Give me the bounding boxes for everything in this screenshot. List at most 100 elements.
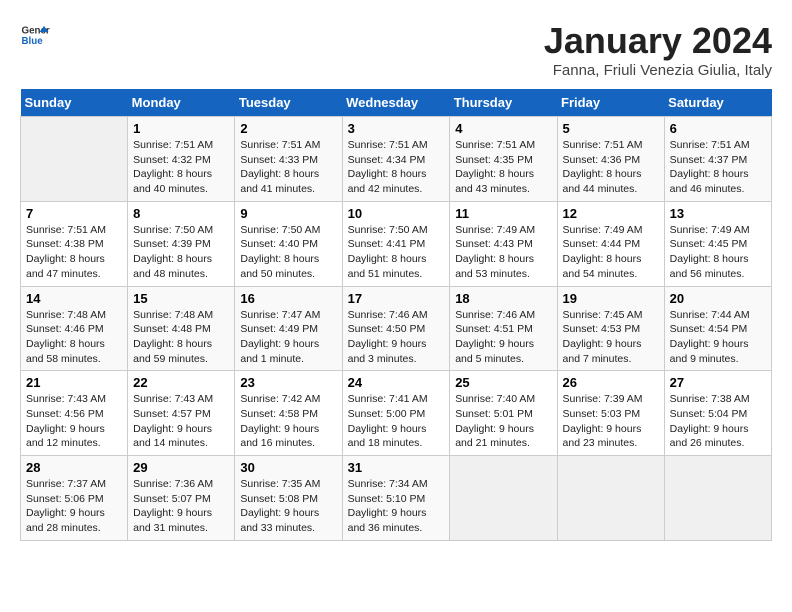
day-info: Sunrise: 7:36 AM Sunset: 5:07 PM Dayligh… [133, 477, 229, 536]
calendar-body: 1 Sunrise: 7:51 AM Sunset: 4:32 PM Daylig… [21, 117, 772, 541]
day-info: Sunrise: 7:34 AM Sunset: 5:10 PM Dayligh… [348, 477, 445, 536]
day-number: 16 [240, 291, 336, 306]
day-info: Sunrise: 7:50 AM Sunset: 4:39 PM Dayligh… [133, 223, 229, 282]
day-info: Sunrise: 7:50 AM Sunset: 4:41 PM Dayligh… [348, 223, 445, 282]
day-number: 1 [133, 121, 229, 136]
calendar-cell: 1 Sunrise: 7:51 AM Sunset: 4:32 PM Daylig… [128, 117, 235, 202]
weekday-tuesday: Tuesday [235, 89, 342, 117]
day-info: Sunrise: 7:43 AM Sunset: 4:57 PM Dayligh… [133, 392, 229, 451]
day-number: 25 [455, 375, 551, 390]
calendar-cell [664, 456, 771, 541]
day-info: Sunrise: 7:37 AM Sunset: 5:06 PM Dayligh… [26, 477, 122, 536]
day-info: Sunrise: 7:45 AM Sunset: 4:53 PM Dayligh… [563, 308, 659, 367]
weekday-saturday: Saturday [664, 89, 771, 117]
calendar-cell: 8 Sunrise: 7:50 AM Sunset: 4:39 PM Daylig… [128, 201, 235, 286]
calendar-cell: 30 Sunrise: 7:35 AM Sunset: 5:08 PM Dayli… [235, 456, 342, 541]
calendar-cell: 11 Sunrise: 7:49 AM Sunset: 4:43 PM Dayli… [450, 201, 557, 286]
day-number: 4 [455, 121, 551, 136]
day-info: Sunrise: 7:47 AM Sunset: 4:49 PM Dayligh… [240, 308, 336, 367]
logo: General Blue [20, 20, 50, 50]
day-info: Sunrise: 7:49 AM Sunset: 4:43 PM Dayligh… [455, 223, 551, 282]
day-info: Sunrise: 7:43 AM Sunset: 4:56 PM Dayligh… [26, 392, 122, 451]
day-number: 3 [348, 121, 445, 136]
calendar-cell: 17 Sunrise: 7:46 AM Sunset: 4:50 PM Dayli… [342, 286, 450, 371]
calendar-cell: 5Sunrise: 7:51 AM Sunset: 4:36 PM Daylig… [557, 117, 664, 202]
day-info: Sunrise: 7:51 AM Sunset: 4:38 PM Dayligh… [26, 223, 122, 282]
month-title: January 2024 [544, 20, 772, 62]
calendar-cell: 15 Sunrise: 7:48 AM Sunset: 4:48 PM Dayli… [128, 286, 235, 371]
weekday-thursday: Thursday [450, 89, 557, 117]
calendar-cell [557, 456, 664, 541]
day-info: Sunrise: 7:40 AM Sunset: 5:01 PM Dayligh… [455, 392, 551, 451]
svg-text:Blue: Blue [22, 36, 44, 47]
day-info: Sunrise: 7:51 AM Sunset: 4:36 PM Dayligh… [563, 138, 659, 197]
calendar-cell: 3Sunrise: 7:51 AM Sunset: 4:34 PM Daylig… [342, 117, 450, 202]
day-info: Sunrise: 7:39 AM Sunset: 5:03 PM Dayligh… [563, 392, 659, 451]
day-number: 2 [240, 121, 336, 136]
calendar-table: SundayMondayTuesdayWednesdayThursdayFrid… [20, 89, 772, 541]
day-info: Sunrise: 7:51 AM Sunset: 4:32 PM Dayligh… [133, 138, 229, 197]
day-number: 23 [240, 375, 336, 390]
day-info: Sunrise: 7:44 AM Sunset: 4:54 PM Dayligh… [670, 308, 766, 367]
day-number: 21 [26, 375, 122, 390]
page-header: General Blue January 2024 Fanna, Friuli … [20, 20, 772, 79]
calendar-cell: 12Sunrise: 7:49 AM Sunset: 4:44 PM Dayli… [557, 201, 664, 286]
day-number: 19 [563, 291, 659, 306]
day-number: 18 [455, 291, 551, 306]
day-number: 27 [670, 375, 766, 390]
day-number: 30 [240, 460, 336, 475]
calendar-cell: 27 Sunrise: 7:38 AM Sunset: 5:04 PM Dayli… [664, 371, 771, 456]
day-info: Sunrise: 7:50 AM Sunset: 4:40 PM Dayligh… [240, 223, 336, 282]
calendar-cell: 26 Sunrise: 7:39 AM Sunset: 5:03 PM Dayli… [557, 371, 664, 456]
day-info: Sunrise: 7:46 AM Sunset: 4:50 PM Dayligh… [348, 308, 445, 367]
calendar-cell: 10Sunrise: 7:50 AM Sunset: 4:41 PM Dayli… [342, 201, 450, 286]
week-row-1: 1 Sunrise: 7:51 AM Sunset: 4:32 PM Daylig… [21, 117, 772, 202]
calendar-cell: 4Sunrise: 7:51 AM Sunset: 4:35 PM Daylig… [450, 117, 557, 202]
week-row-5: 28Sunrise: 7:37 AM Sunset: 5:06 PM Dayli… [21, 456, 772, 541]
day-info: Sunrise: 7:51 AM Sunset: 4:37 PM Dayligh… [670, 138, 766, 197]
day-number: 14 [26, 291, 122, 306]
day-number: 6 [670, 121, 766, 136]
calendar-cell: 29Sunrise: 7:36 AM Sunset: 5:07 PM Dayli… [128, 456, 235, 541]
week-row-2: 7Sunrise: 7:51 AM Sunset: 4:38 PM Daylig… [21, 201, 772, 286]
day-number: 17 [348, 291, 445, 306]
weekday-friday: Friday [557, 89, 664, 117]
day-info: Sunrise: 7:48 AM Sunset: 4:46 PM Dayligh… [26, 308, 122, 367]
day-number: 20 [670, 291, 766, 306]
day-info: Sunrise: 7:46 AM Sunset: 4:51 PM Dayligh… [455, 308, 551, 367]
weekday-sunday: Sunday [21, 89, 128, 117]
calendar-cell: 16 Sunrise: 7:47 AM Sunset: 4:49 PM Dayli… [235, 286, 342, 371]
day-info: Sunrise: 7:48 AM Sunset: 4:48 PM Dayligh… [133, 308, 229, 367]
weekday-header-row: SundayMondayTuesdayWednesdayThursdayFrid… [21, 89, 772, 117]
weekday-monday: Monday [128, 89, 235, 117]
location: Fanna, Friuli Venezia Giulia, Italy [544, 62, 772, 79]
day-info: Sunrise: 7:35 AM Sunset: 5:08 PM Dayligh… [240, 477, 336, 536]
title-block: January 2024 Fanna, Friuli Venezia Giuli… [544, 20, 772, 79]
calendar-cell: 6 Sunrise: 7:51 AM Sunset: 4:37 PM Daylig… [664, 117, 771, 202]
day-number: 26 [563, 375, 659, 390]
day-number: 9 [240, 206, 336, 221]
calendar-cell [450, 456, 557, 541]
day-number: 24 [348, 375, 445, 390]
day-number: 31 [348, 460, 445, 475]
day-info: Sunrise: 7:41 AM Sunset: 5:00 PM Dayligh… [348, 392, 445, 451]
weekday-wednesday: Wednesday [342, 89, 450, 117]
calendar-cell: 20 Sunrise: 7:44 AM Sunset: 4:54 PM Dayli… [664, 286, 771, 371]
day-number: 22 [133, 375, 229, 390]
day-number: 15 [133, 291, 229, 306]
day-info: Sunrise: 7:38 AM Sunset: 5:04 PM Dayligh… [670, 392, 766, 451]
week-row-4: 21 Sunrise: 7:43 AM Sunset: 4:56 PM Dayli… [21, 371, 772, 456]
calendar-cell: 31 Sunrise: 7:34 AM Sunset: 5:10 PM Dayli… [342, 456, 450, 541]
calendar-cell: 28Sunrise: 7:37 AM Sunset: 5:06 PM Dayli… [21, 456, 128, 541]
calendar-cell: 19 Sunrise: 7:45 AM Sunset: 4:53 PM Dayli… [557, 286, 664, 371]
calendar-cell: 25 Sunrise: 7:40 AM Sunset: 5:01 PM Dayli… [450, 371, 557, 456]
day-info: Sunrise: 7:49 AM Sunset: 4:44 PM Dayligh… [563, 223, 659, 282]
day-number: 8 [133, 206, 229, 221]
day-info: Sunrise: 7:51 AM Sunset: 4:33 PM Dayligh… [240, 138, 336, 197]
day-number: 11 [455, 206, 551, 221]
day-info: Sunrise: 7:49 AM Sunset: 4:45 PM Dayligh… [670, 223, 766, 282]
week-row-3: 14 Sunrise: 7:48 AM Sunset: 4:46 PM Dayli… [21, 286, 772, 371]
calendar-cell: 22 Sunrise: 7:43 AM Sunset: 4:57 PM Dayli… [128, 371, 235, 456]
calendar-cell: 14 Sunrise: 7:48 AM Sunset: 4:46 PM Dayli… [21, 286, 128, 371]
calendar-cell: 21 Sunrise: 7:43 AM Sunset: 4:56 PM Dayli… [21, 371, 128, 456]
